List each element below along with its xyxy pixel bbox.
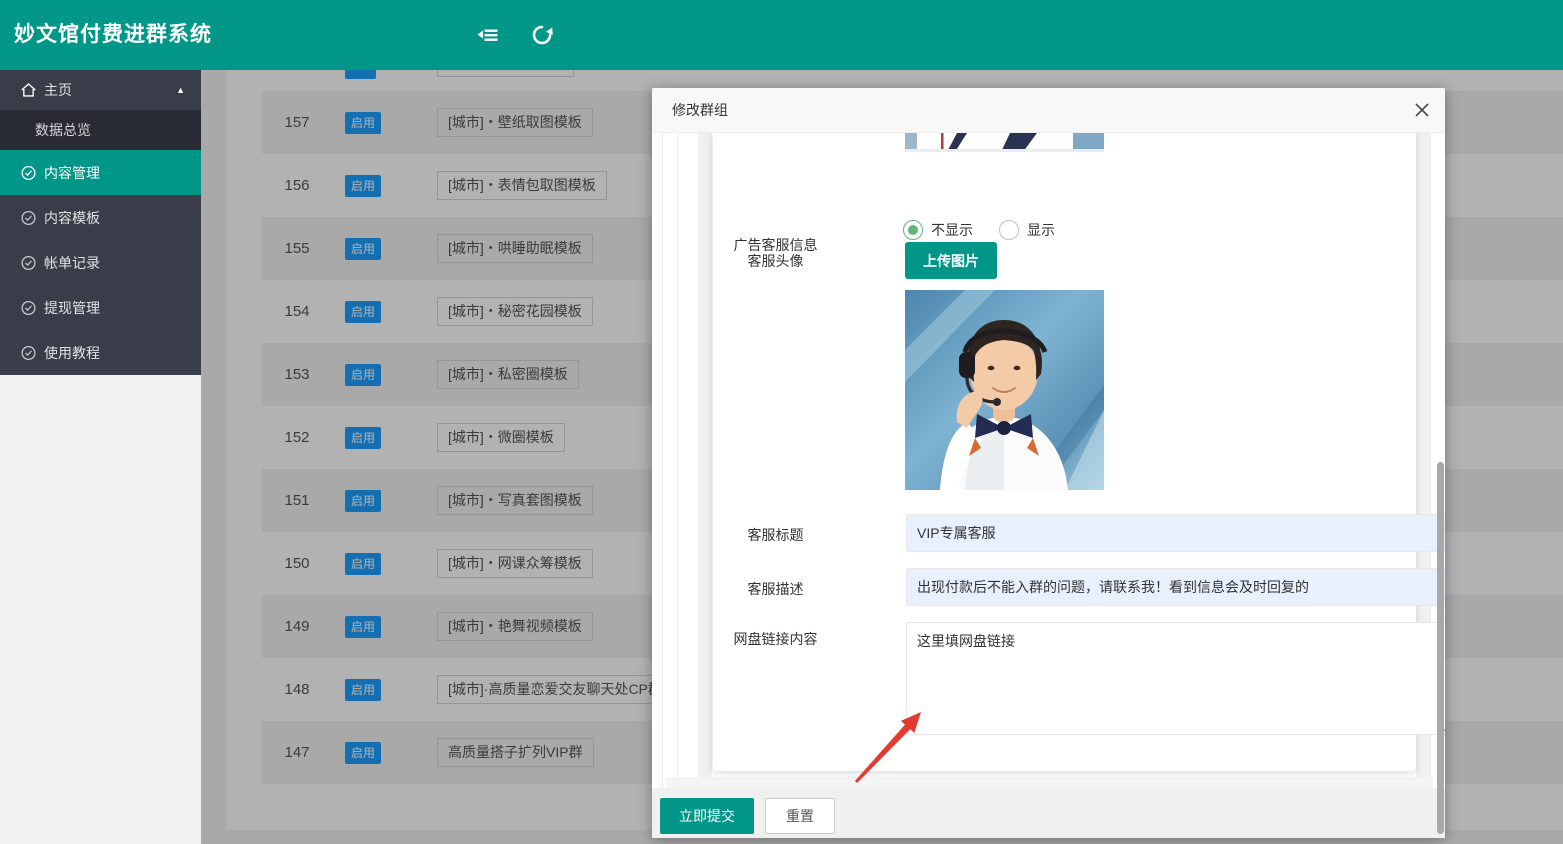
radio-label: 不显示: [931, 220, 973, 240]
submit-button[interactable]: 立即提交: [660, 798, 754, 834]
field-label: 客服头像: [733, 249, 818, 273]
circle-check-icon: [20, 344, 37, 361]
sidebar-item-bill-records[interactable]: 帐单记录: [0, 240, 201, 285]
radio-label: 显示: [1027, 220, 1055, 240]
scrolled-image-fragment: [905, 133, 1104, 152]
netdisk-link-textarea[interactable]: 这里填网盘链接: [906, 622, 1445, 735]
modal-body: 广告客服信息 不显示 显示 客服头像 上传图片: [652, 133, 1445, 788]
gutter: [666, 777, 1433, 788]
circle-check-icon: [20, 254, 37, 271]
modal-scrollbar-thumb[interactable]: [1437, 462, 1444, 834]
sidebar-item-home[interactable]: 主页 ▲: [0, 70, 201, 110]
sidebar-item-label: 使用教程: [44, 343, 100, 363]
sidebar-item-label: 数据总览: [35, 120, 91, 140]
modal-footer: 立即提交 重置: [652, 788, 1445, 838]
sidebar-item-label: 内容模板: [44, 208, 100, 228]
radio-icon: [999, 220, 1019, 240]
modal-header: 修改群组: [652, 88, 1445, 133]
collapse-menu-icon[interactable]: [476, 23, 500, 47]
field-label: 客服标题: [733, 523, 818, 547]
chevron-up-icon[interactable]: ▲: [176, 85, 185, 95]
reset-button[interactable]: 重置: [765, 798, 835, 834]
app-title: 妙文馆付费进群系统: [14, 0, 212, 70]
field-label: 客服描述: [733, 577, 818, 601]
customer-service-avatar-image: [905, 290, 1104, 490]
edit-group-modal: 修改群组 广告客服信息: [652, 88, 1445, 838]
radio-icon: [903, 220, 923, 240]
sidebar-item-data-overview[interactable]: 数据总览: [0, 110, 201, 150]
field-label: 网盘链接内容: [733, 627, 818, 651]
divider: [677, 133, 678, 788]
sidebar-item-tutorial[interactable]: 使用教程: [0, 330, 201, 375]
sidebar: 主页 ▲ 数据总览 内容管理 内容模板 帐单记录 提现管理: [0, 70, 201, 375]
refresh-icon[interactable]: [530, 23, 554, 47]
sidebar-item-withdraw-manage[interactable]: 提现管理: [0, 285, 201, 330]
home-icon: [20, 82, 37, 99]
radio-hide[interactable]: 不显示: [903, 220, 973, 240]
circle-check-icon: [20, 299, 37, 316]
sidebar-item-label: 主页: [44, 80, 72, 100]
divider: [662, 133, 663, 788]
sidebar-item-content-manage[interactable]: 内容管理: [0, 150, 201, 195]
close-icon[interactable]: [1413, 101, 1431, 119]
sidebar-item-label: 帐单记录: [44, 253, 100, 273]
radio-show[interactable]: 显示: [999, 220, 1055, 240]
sidebar-item-label: 内容管理: [44, 163, 100, 183]
form-card: 广告客服信息 不显示 显示 客服头像 上传图片: [713, 133, 1416, 771]
gutter: [698, 133, 712, 788]
sidebar-item-content-template[interactable]: 内容模板: [0, 195, 201, 240]
service-title-input[interactable]: [906, 514, 1445, 552]
sidebar-item-label: 提现管理: [44, 298, 100, 318]
service-desc-input[interactable]: [906, 568, 1445, 606]
app-header: 妙文馆付费进群系统: [0, 0, 1563, 70]
modal-title: 修改群组: [672, 88, 728, 133]
sidebar-background: [0, 375, 201, 844]
circle-check-icon: [20, 164, 37, 181]
circle-check-icon: [20, 209, 37, 226]
upload-image-button[interactable]: 上传图片: [905, 242, 997, 279]
